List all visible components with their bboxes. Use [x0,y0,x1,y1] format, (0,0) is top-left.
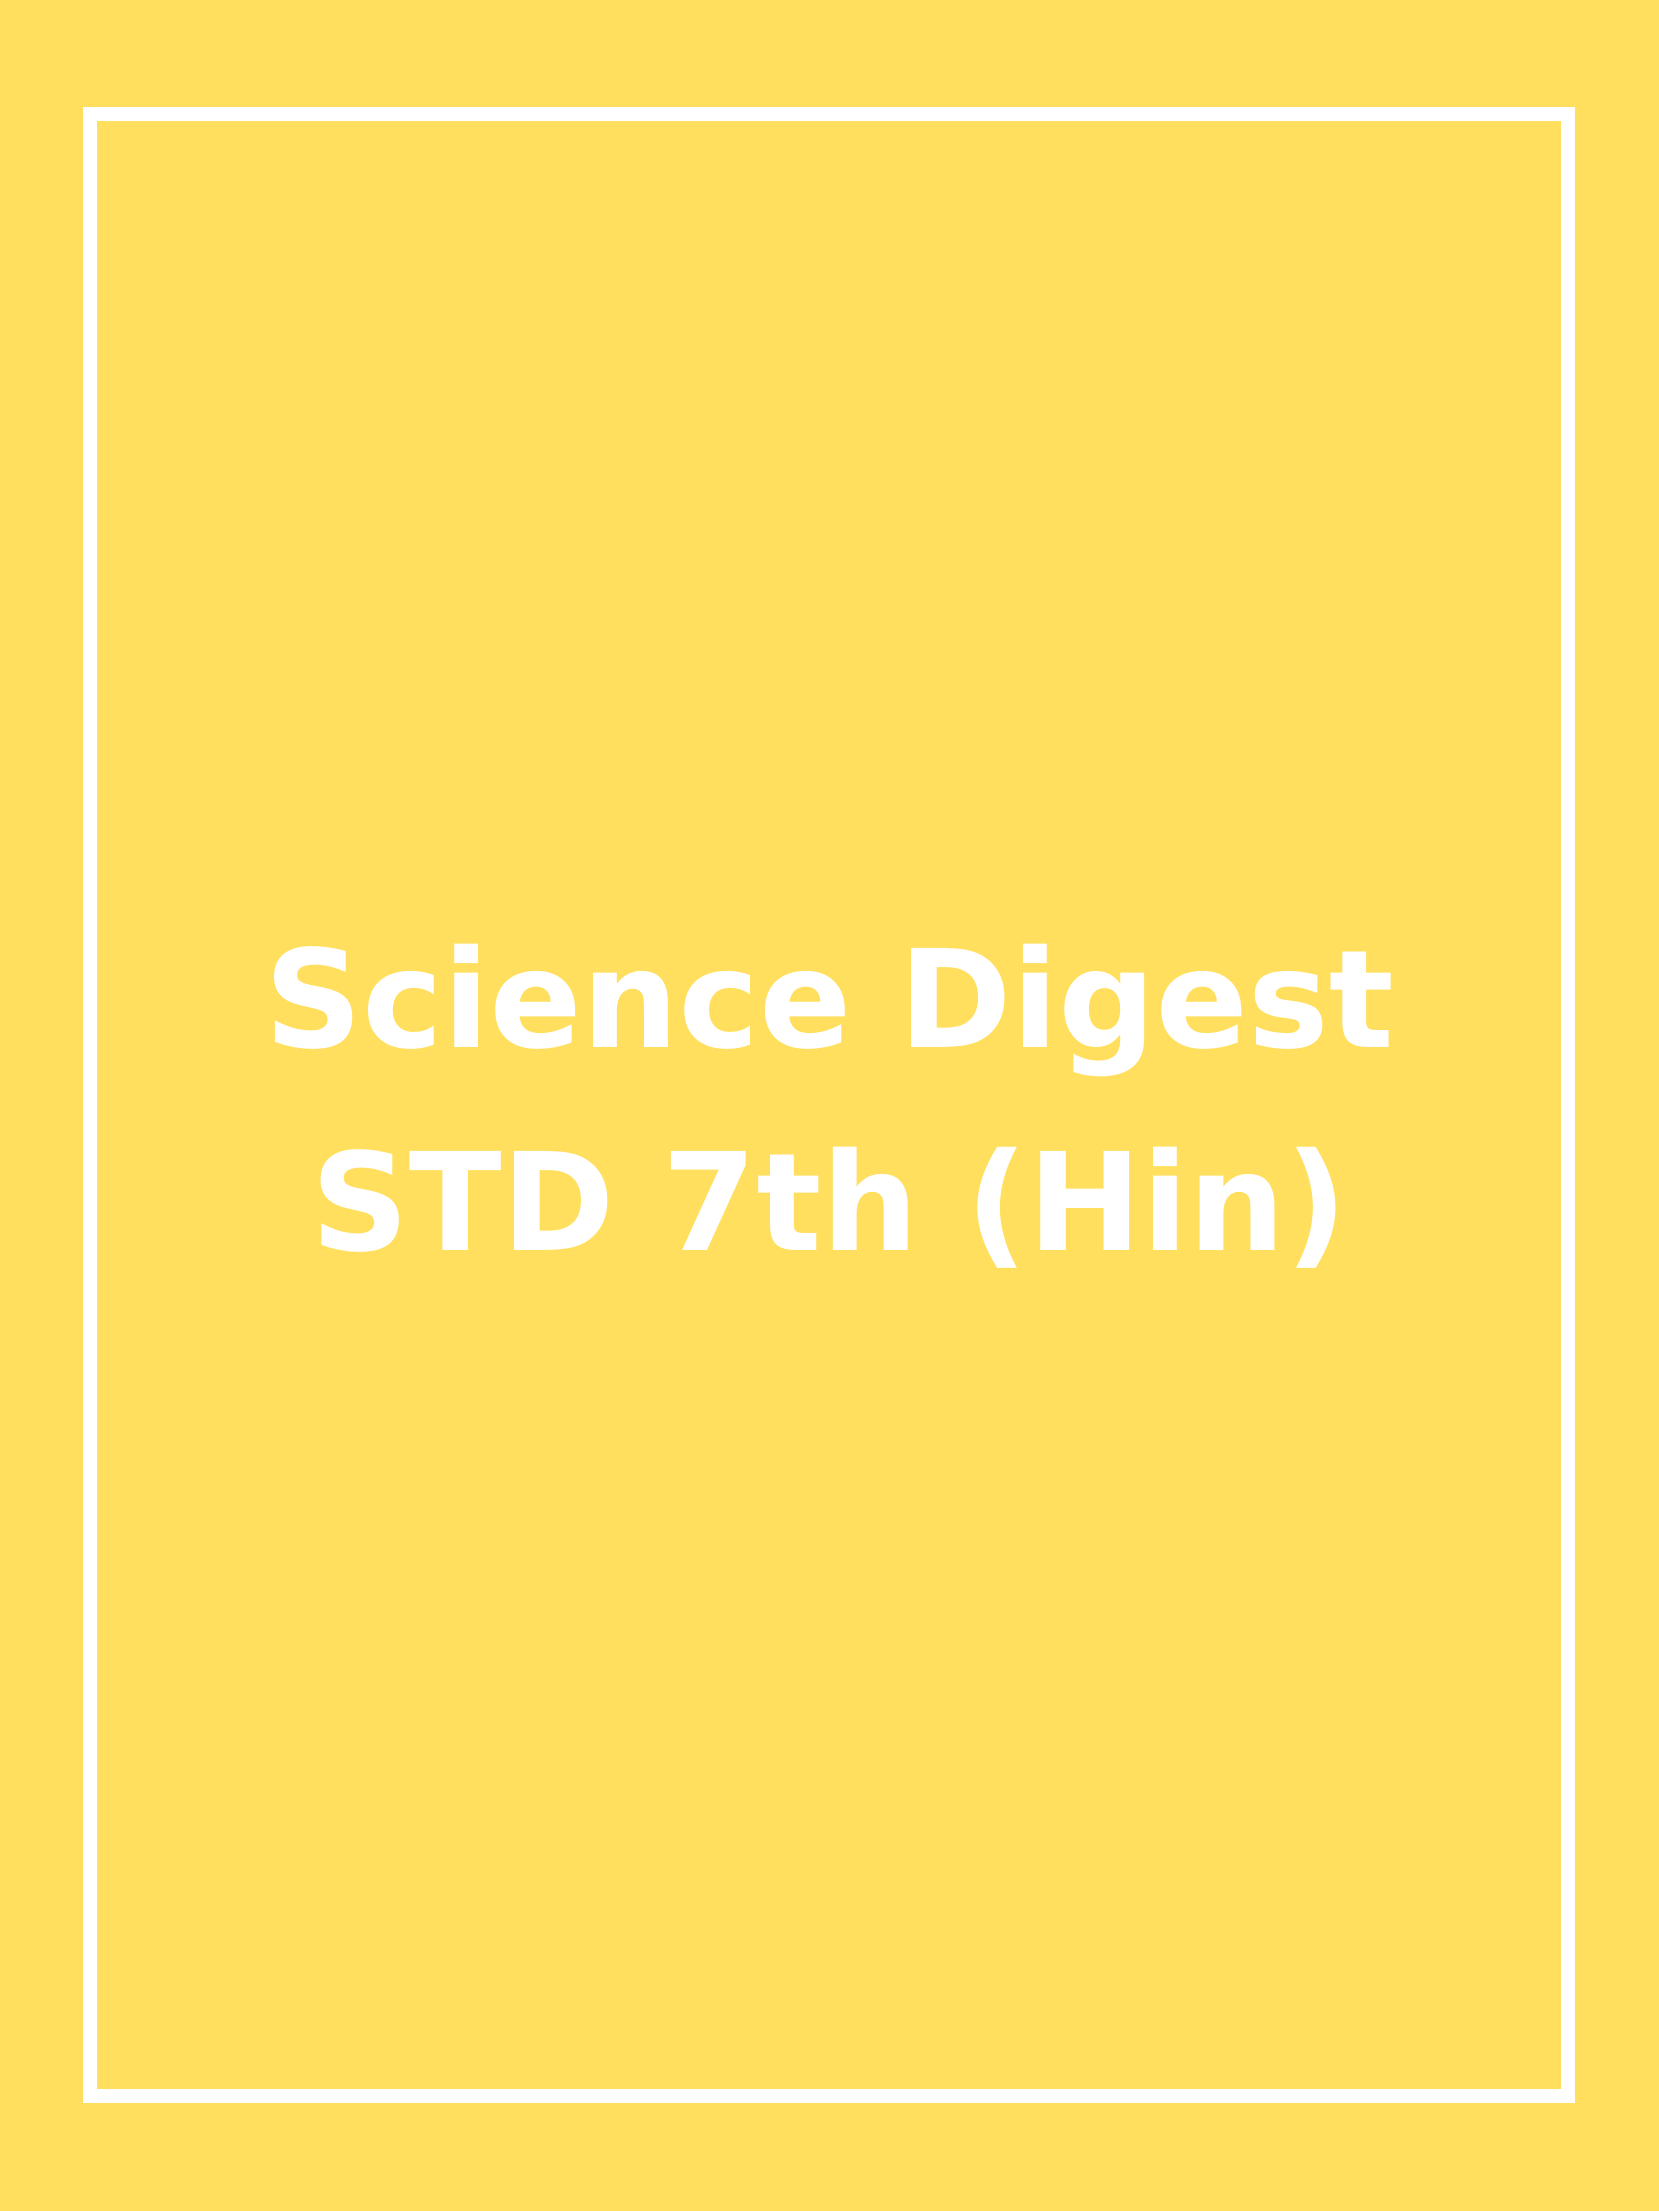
cover-title: Science Digest STD 7th (Hin) [83,900,1575,1306]
cover-title-line-2: STD 7th (Hin) [310,1125,1348,1283]
cover-title-line-1: Science Digest [264,922,1394,1080]
